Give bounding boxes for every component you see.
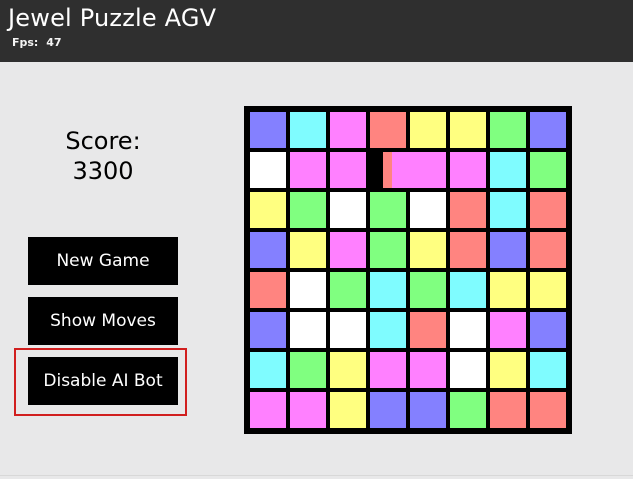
board-tile[interactable] bbox=[450, 312, 486, 348]
board-tile[interactable] bbox=[530, 312, 566, 348]
game-screen: Jewel Puzzle AGV Fps: 47 Score: 3300 New… bbox=[0, 0, 633, 479]
board-tile[interactable] bbox=[530, 192, 566, 228]
board-tile[interactable] bbox=[490, 112, 526, 148]
board-tile[interactable] bbox=[410, 392, 446, 428]
score-value: 3300 bbox=[72, 157, 134, 185]
board-tile[interactable] bbox=[370, 232, 406, 268]
board-tile[interactable] bbox=[490, 232, 526, 268]
game-board[interactable] bbox=[244, 106, 572, 434]
board-tile[interactable] bbox=[450, 152, 486, 188]
board-tile[interactable] bbox=[330, 312, 366, 348]
show-moves-button[interactable]: Show Moves bbox=[28, 297, 178, 345]
board-tile[interactable] bbox=[290, 352, 326, 388]
board-tile[interactable] bbox=[250, 112, 286, 148]
board-tile[interactable] bbox=[530, 152, 566, 188]
board-tile[interactable] bbox=[450, 272, 486, 308]
board-tile[interactable] bbox=[490, 192, 526, 228]
board-tile[interactable] bbox=[290, 232, 326, 268]
board-tile[interactable] bbox=[370, 192, 406, 228]
board-tile[interactable] bbox=[410, 272, 446, 308]
board-tile[interactable] bbox=[490, 392, 526, 428]
board-tile[interactable] bbox=[250, 192, 286, 228]
board-tile[interactable] bbox=[370, 352, 406, 388]
board-tile[interactable] bbox=[250, 392, 286, 428]
app-title: Jewel Puzzle AGV bbox=[8, 4, 217, 32]
fps-counter: Fps: 47 bbox=[12, 36, 62, 50]
board-tile[interactable] bbox=[290, 312, 326, 348]
board-tile[interactable] bbox=[290, 192, 326, 228]
new-game-button[interactable]: New Game bbox=[28, 237, 178, 285]
board-tile[interactable] bbox=[370, 392, 406, 428]
board-tile[interactable] bbox=[330, 392, 366, 428]
disable-ai-bot-button[interactable]: Disable AI Bot bbox=[28, 357, 178, 405]
board-tile[interactable] bbox=[490, 312, 526, 348]
board-tile[interactable] bbox=[530, 392, 566, 428]
board-tile[interactable] bbox=[450, 112, 486, 148]
board-tile[interactable] bbox=[490, 152, 526, 188]
board-tile[interactable] bbox=[370, 312, 406, 348]
board-tile[interactable] bbox=[530, 232, 566, 268]
board-tile[interactable] bbox=[530, 112, 566, 148]
bottom-divider bbox=[0, 475, 633, 476]
board-tile[interactable] bbox=[330, 112, 366, 148]
board-tile[interactable] bbox=[330, 152, 366, 188]
board-tile[interactable] bbox=[330, 272, 366, 308]
board-tile[interactable] bbox=[250, 312, 286, 348]
board-tile[interactable] bbox=[490, 272, 526, 308]
fps-label: Fps: bbox=[12, 36, 39, 49]
board-tile[interactable] bbox=[330, 192, 366, 228]
board-tile[interactable] bbox=[370, 272, 406, 308]
board-tile[interactable] bbox=[370, 112, 406, 148]
board-tile[interactable] bbox=[250, 152, 286, 188]
board-tile[interactable] bbox=[450, 192, 486, 228]
board-tile[interactable] bbox=[330, 232, 366, 268]
board-tile[interactable] bbox=[250, 272, 286, 308]
board-tile[interactable] bbox=[530, 272, 566, 308]
board-tile[interactable] bbox=[290, 152, 326, 188]
board-tile[interactable] bbox=[530, 352, 566, 388]
board-tile[interactable] bbox=[290, 112, 326, 148]
board-tile[interactable] bbox=[450, 392, 486, 428]
board-tile[interactable] bbox=[450, 352, 486, 388]
board-tile[interactable] bbox=[410, 192, 446, 228]
fps-value: 47 bbox=[46, 36, 62, 49]
score-label: Score: bbox=[65, 127, 141, 155]
score-display: Score: 3300 bbox=[40, 126, 166, 186]
board-tile[interactable] bbox=[290, 272, 326, 308]
board-tile[interactable] bbox=[410, 352, 446, 388]
app-header: Jewel Puzzle AGV Fps: 47 bbox=[0, 0, 633, 62]
board-tile[interactable] bbox=[410, 112, 446, 148]
board-tile[interactable] bbox=[410, 232, 446, 268]
board-tile[interactable] bbox=[250, 232, 286, 268]
board-tile[interactable] bbox=[290, 392, 326, 428]
board-tile[interactable] bbox=[450, 232, 486, 268]
board-tile[interactable] bbox=[410, 312, 446, 348]
board-tile[interactable] bbox=[250, 352, 286, 388]
board-tile[interactable] bbox=[330, 352, 366, 388]
board-tile[interactable] bbox=[490, 352, 526, 388]
swapping-tile[interactable] bbox=[392, 152, 428, 188]
